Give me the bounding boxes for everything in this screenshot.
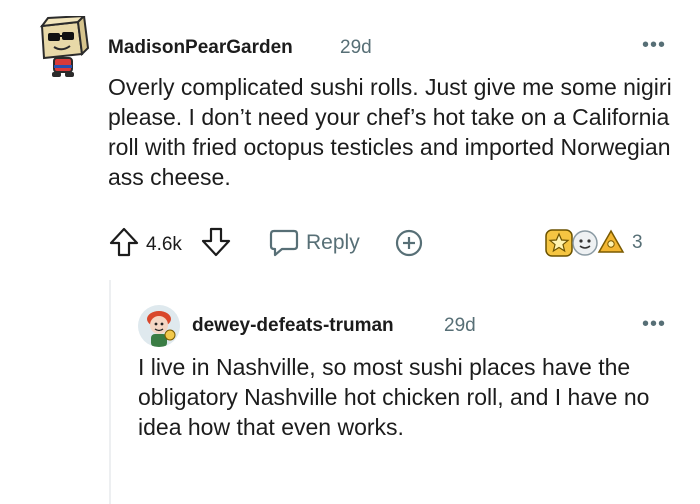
comment-actions: 4.6k Reply 3	[108, 226, 668, 260]
avatar[interactable]	[34, 13, 92, 78]
comment-author[interactable]: MadisonPearGarden	[108, 37, 293, 59]
upvote-button[interactable]	[108, 226, 140, 258]
avatar-snoo-icon	[39, 13, 90, 77]
thread-line[interactable]	[109, 280, 111, 504]
avatar-snoo-icon	[138, 305, 180, 347]
vote-score: 4.6k	[146, 234, 182, 255]
comment-age[interactable]: 29d	[340, 37, 372, 59]
reply-label: Reply	[306, 231, 360, 254]
downvote-button[interactable]	[200, 226, 232, 258]
award-count: 3	[632, 232, 643, 253]
speech-bubble-icon	[269, 229, 299, 257]
plus-circle-icon	[395, 229, 423, 257]
reply-author[interactable]: dewey-defeats-truman	[192, 315, 394, 337]
downvote-arrow-icon	[201, 227, 231, 257]
reply-button[interactable]: Reply	[268, 228, 360, 258]
reply-body: I live in Nashville, so most sushi place…	[138, 354, 650, 440]
reply-avatar[interactable]	[138, 305, 180, 347]
reply-age[interactable]: 29d	[444, 315, 476, 337]
more-options-button[interactable]: •••	[642, 34, 666, 57]
reply-more-options-button[interactable]: •••	[642, 313, 666, 336]
comment-body: Overly complicated sushi rolls. Just giv…	[108, 74, 672, 190]
give-award-button[interactable]	[394, 228, 424, 258]
gold-award-icon	[597, 229, 625, 253]
upvote-arrow-icon	[109, 227, 139, 257]
awards-list[interactable]: 3	[544, 228, 643, 258]
